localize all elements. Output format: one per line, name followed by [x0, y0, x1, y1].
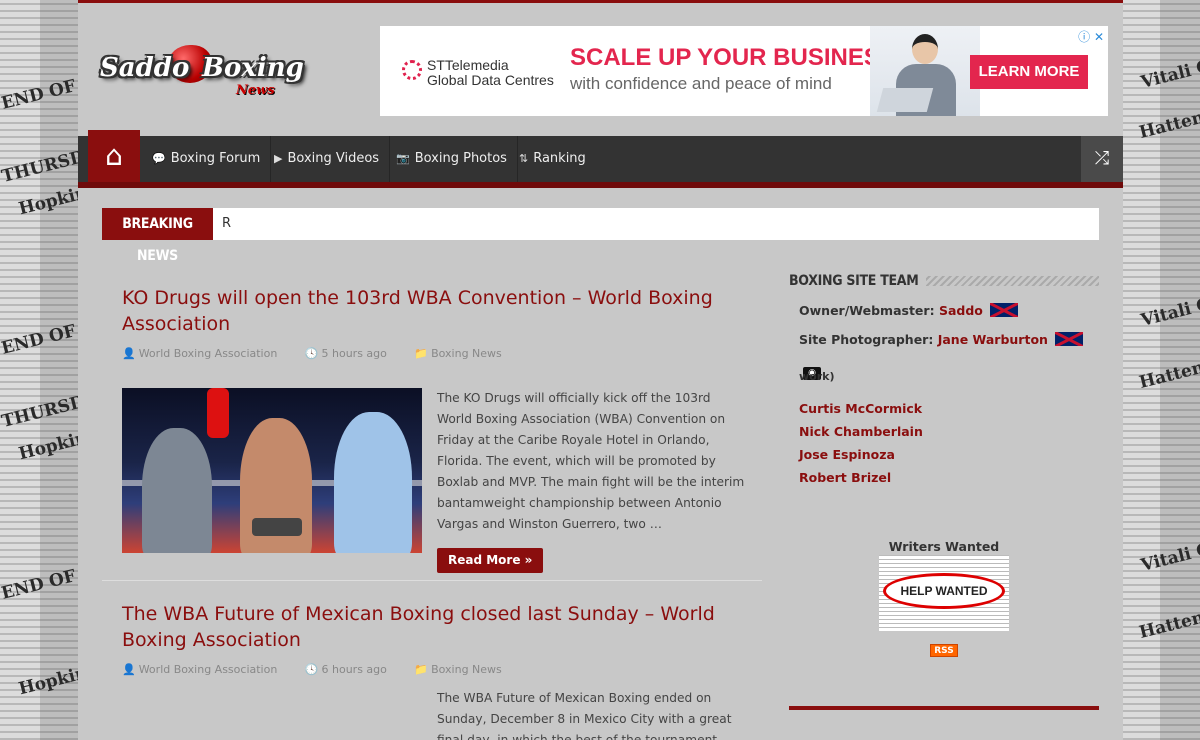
post-meta: 👤 World Boxing Association 🕓 6 hours ago 📁… — [122, 663, 762, 677]
owner-link[interactable]: Saddo — [939, 303, 983, 318]
uk-flag-icon — [1055, 332, 1084, 346]
uk-flag-icon — [990, 303, 1019, 317]
breaking-news-label: Breaking News — [102, 208, 213, 264]
post-meta: 👤 World Boxing Association 🕓 5 hours ago 📁… — [122, 347, 762, 361]
writer-link[interactable]: Nick Chamberlain — [799, 420, 1099, 443]
post-time: 🕓 6 hours ago — [304, 663, 387, 676]
brand-logo-icon — [402, 60, 422, 80]
clock-icon: 🕓 — [304, 347, 319, 360]
user-icon: 👤 — [122, 663, 136, 676]
post-excerpt: The WBA Future of Mexican Boxing ended o… — [437, 691, 732, 740]
ad-brand-name: STTelemedia — [427, 57, 509, 73]
play-icon: ▶ — [274, 152, 283, 165]
nav-item-boxing-videos[interactable]: ▶ Boxing Videos — [264, 136, 391, 182]
shuffle-icon[interactable]: ⤮ — [1081, 136, 1123, 182]
writers-wanted-title: Writers Wanted — [888, 539, 1000, 554]
post-title-link[interactable]: The WBA Future of Mexican Boxing closed … — [122, 601, 722, 653]
clock-icon: 🕓 — [304, 663, 319, 676]
ad-person-image — [870, 26, 980, 116]
photographer-label: Site Photographer: — [799, 332, 934, 347]
site-logo[interactable]: Saddo Boxing News — [100, 43, 304, 103]
read-more-button[interactable]: Read More » — [437, 548, 544, 573]
logo-word-news: News — [236, 83, 275, 98]
team-note: work) — [799, 370, 835, 383]
nav-item-label: Ranking — [533, 151, 586, 166]
post-excerpt: The KO Drugs will officially kick off th… — [437, 391, 745, 531]
bg-newspaper-text: Hatten Imp — [1137, 347, 1200, 393]
main-nav: ⌂ 💬 Boxing Forum ▶ Boxing Videos 📷 Boxing P… — [78, 130, 1123, 182]
ad-brand: STTelemedia Global Data Centres — [402, 57, 554, 88]
chat-icon: 💬 — [152, 152, 166, 165]
page-wrapper: Saddo Boxing News STTelemedia Global Dat… — [78, 0, 1123, 740]
user-icon: 👤 — [122, 347, 136, 360]
post-category[interactable]: 📁 Boxing News — [414, 663, 513, 676]
folder-icon: 📁 — [414, 347, 429, 360]
help-wanted-image[interactable]: HELP WANTED — [879, 555, 1009, 631]
post-card: The WBA Future of Mexican Boxing closed … — [102, 601, 762, 740]
photographer-link[interactable]: Jane Warburton — [938, 332, 1048, 347]
post-card: KO Drugs will open the 103rd WBA Convent… — [102, 285, 762, 575]
breaking-news-bar: Breaking News R — [102, 208, 1099, 264]
bg-newspaper-text: Hatten Imp — [1137, 97, 1200, 143]
logo-word-boxing: Boxing — [202, 53, 304, 83]
camera-icon: 📷 — [396, 152, 410, 165]
home-icon[interactable]: ⌂ — [88, 130, 140, 182]
breaking-news-ticker[interactable]: R — [222, 208, 231, 240]
post-time: 🕓 5 hours ago — [304, 347, 387, 360]
post-category[interactable]: 📁 Boxing News — [414, 347, 513, 360]
writer-link[interactable]: Robert Brizel — [799, 466, 1099, 489]
folder-icon: 📁 — [414, 663, 429, 676]
nav-item-boxing-forum[interactable]: 💬 Boxing Forum — [142, 136, 272, 182]
writers-wanted-box: Writers Wanted HELP WANTED RSS — [879, 539, 1009, 657]
nav-underline — [78, 182, 1123, 188]
post-title-link[interactable]: KO Drugs will open the 103rd WBA Convent… — [122, 285, 722, 337]
bg-newspaper-text: Vitali Gut — [1138, 534, 1200, 576]
nav-item-boxing-photos[interactable]: 📷 Boxing Photos — [386, 136, 518, 182]
bg-newspaper-text: Vitali Gut — [1138, 51, 1200, 93]
post-thumbnail[interactable] — [122, 388, 422, 553]
help-wanted-text: HELP WANTED — [883, 573, 1005, 609]
rss-icon[interactable]: RSS — [930, 644, 958, 657]
owner-label: Owner/Webmaster: — [799, 303, 935, 318]
writer-link[interactable]: Jose Espinoza — [799, 443, 1099, 466]
logo-word-saddo: Saddo — [100, 53, 190, 83]
post-author[interactable]: 👤 World Boxing Association — [122, 663, 289, 676]
writer-link[interactable]: Curtis McCormick — [799, 397, 1099, 420]
bg-newspaper-text: Hatten Imp — [1137, 597, 1200, 643]
ad-headline: SCALE UP YOUR BUSINESS — [570, 44, 896, 71]
owner-row: Owner/Webmaster: Saddo — [799, 296, 1099, 325]
bg-newspaper-text: Vitali Gut — [1138, 289, 1200, 331]
post-divider — [102, 580, 762, 581]
widget-title: Boxing Site Team — [789, 271, 1099, 291]
title-stripe — [907, 276, 1099, 286]
ad-brand-tagline: Global Data Centres — [427, 72, 554, 88]
nav-item-label: Boxing Forum — [170, 151, 261, 166]
ad-choices-icon[interactable]: ⓘ ✕ — [1078, 28, 1104, 45]
nav-item-label: Boxing Videos — [287, 151, 380, 166]
nav-item-label: Boxing Photos — [414, 151, 507, 166]
photographer-row: Site Photographer: Jane Warburton ◉ — [799, 325, 1099, 380]
ad-learn-more-button[interactable]: LEARN MORE — [970, 55, 1088, 89]
post-author[interactable]: 👤 World Boxing Association — [122, 347, 289, 360]
sidebar-rule — [789, 706, 1099, 710]
sidebar-team-widget: Boxing Site Team Owner/Webmaster: Saddo … — [789, 271, 1099, 710]
ad-subline: with confidence and peace of mind — [570, 74, 832, 93]
writers-list: Curtis McCormick Nick Chamberlain Jose E… — [799, 397, 1099, 489]
nav-item-ranking[interactable]: ⇅ Ranking — [509, 136, 596, 182]
sort-icon: ⇅ — [519, 152, 529, 165]
banner-ad[interactable]: STTelemedia Global Data Centres SCALE UP… — [380, 26, 1108, 116]
